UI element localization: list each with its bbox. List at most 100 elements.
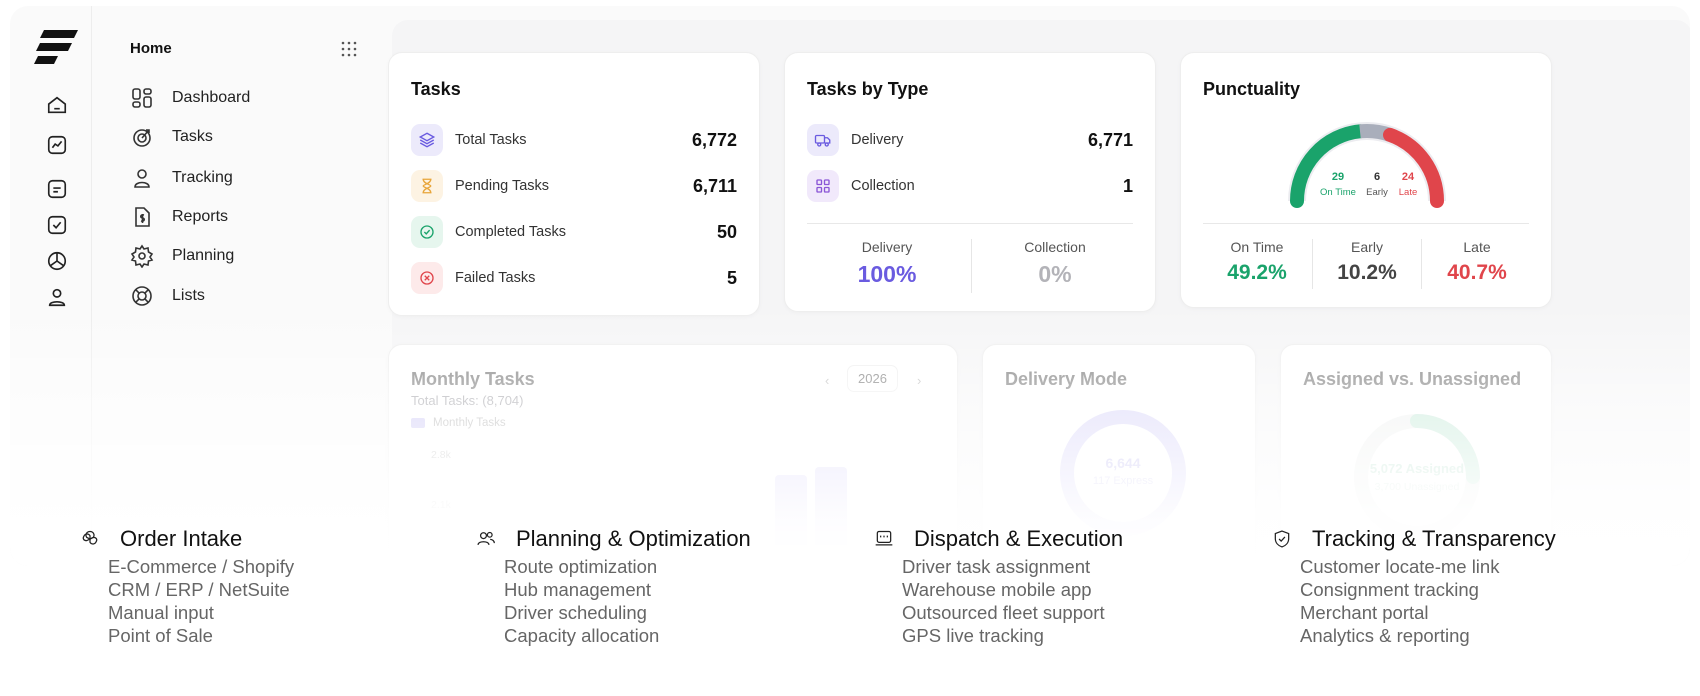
sidebar-item-label: Reports	[172, 208, 229, 225]
users-icon	[477, 531, 495, 546]
home-icon[interactable]	[46, 94, 68, 116]
row-label: Completed Tasks	[455, 224, 566, 240]
feature-order-intake: Order Intake E-Commerce / Shopify CRM / …	[80, 526, 460, 647]
stat-value: 10.2%	[1337, 261, 1397, 284]
dashboard-main: Tasks Total Tasks 6,772 Pending Tasks 6,…	[388, 20, 1690, 566]
dollar-doc-icon	[135, 207, 150, 227]
feature-item: E-Commerce / Shopify	[108, 556, 295, 577]
sidebar-item-label: Lists	[172, 287, 205, 304]
feature-item: Consignment tracking	[1300, 579, 1479, 600]
collection-row[interactable]: Collection 1	[807, 169, 1133, 203]
donut-center-value: 6,644	[1105, 455, 1141, 471]
sidebar-item-planning[interactable]: Planning	[130, 242, 360, 270]
feature-item: Driver scheduling	[504, 602, 647, 623]
gauge-on-time-label: On Time	[1320, 187, 1356, 198]
target-icon	[133, 129, 151, 147]
row-value: 5	[726, 267, 737, 288]
year-selector[interactable]: 2026	[847, 365, 898, 392]
gauge-early-count: 6	[1373, 171, 1381, 183]
row-label: Delivery	[851, 132, 904, 148]
feature-planning-optimization: Planning & Optimization Route optimizati…	[476, 526, 856, 647]
x-circle-icon	[411, 262, 443, 294]
next-year-button[interactable]: ›	[917, 373, 921, 388]
sidebar-item-tasks[interactable]: Tasks	[130, 123, 360, 151]
feature-item: Manual input	[108, 602, 214, 623]
feature-item: GPS live tracking	[902, 625, 1044, 646]
logo-icon	[34, 30, 78, 64]
feature-item: Hub management	[504, 579, 652, 600]
icon-rail	[10, 6, 92, 566]
checkbox-icon[interactable]	[46, 214, 68, 236]
feature-title: Planning & Optimization	[516, 526, 751, 551]
total-tasks-row[interactable]: Total Tasks 6,772	[411, 123, 737, 157]
apps-grid-icon[interactable]	[340, 40, 358, 58]
sidebar-item-reports[interactable]: Reports	[130, 203, 360, 231]
stat-value: 40.7%	[1447, 261, 1507, 284]
card-title: Assigned vs. Unassigned	[1303, 369, 1522, 389]
card-title: Delivery Mode	[1005, 369, 1128, 389]
completed-tasks-row[interactable]: Completed Tasks 50	[411, 215, 737, 249]
feature-dispatch-execution: Dispatch & Execution Driver task assignm…	[874, 526, 1254, 647]
stat-value: 100%	[857, 261, 917, 287]
prev-year-button[interactable]: ‹	[825, 373, 829, 388]
collection-stat: Collection 0%	[975, 239, 1135, 288]
legend-label: Monthly Tasks	[433, 417, 506, 429]
failed-tasks-row[interactable]: Failed Tasks 5	[411, 261, 737, 295]
row-value: 6,711	[692, 175, 737, 196]
stat-label: On Time	[1230, 239, 1284, 255]
feature-item: Merchant portal	[1300, 602, 1429, 623]
sidebar-item-dashboard[interactable]: Dashboard	[130, 84, 360, 112]
feature-tracking-transparency: Tracking & Transparency Customer locate-…	[1272, 526, 1652, 647]
y-tick: 2.8k	[431, 449, 451, 461]
feature-item: Analytics & reporting	[1300, 625, 1470, 646]
tasks-card: Tasks Total Tasks 6,772 Pending Tasks 6,…	[388, 52, 760, 316]
gauge-on-time-count: 29	[1331, 171, 1345, 183]
layers-icon	[411, 124, 443, 156]
user-icon[interactable]	[46, 286, 68, 308]
gauge-late-label: Late	[1398, 187, 1418, 198]
stat-label: Collection	[1024, 239, 1086, 255]
card-title: Tasks	[411, 79, 461, 99]
dashboard-icon	[132, 88, 152, 108]
shield-check-icon	[1274, 530, 1290, 548]
on-time-stat: On Time 49.2%	[1203, 239, 1311, 285]
feature-item: Driver task assignment	[902, 556, 1091, 577]
feature-title: Dispatch & Execution	[914, 526, 1124, 551]
sidebar-item-tracking[interactable]: Tracking	[130, 164, 360, 192]
divider	[807, 223, 1133, 224]
gauge-early-label: Early	[1366, 187, 1388, 198]
chart-legend: Monthly Tasks	[411, 417, 506, 429]
stat-label: Delivery	[861, 239, 913, 255]
y-tick: 2.1k	[431, 499, 451, 511]
delivery-stat: Delivery 100%	[807, 239, 967, 288]
tasks-by-type-card: Tasks by Type Delivery 6,771 Collection …	[784, 52, 1156, 312]
sidebar-item-label: Planning	[172, 247, 235, 264]
truck-icon	[807, 124, 839, 156]
donut-center-label: 3,700 Unassigned	[1374, 481, 1460, 493]
sidebar-item-lists[interactable]: Lists	[130, 282, 360, 310]
row-value: 6,771	[1087, 129, 1133, 150]
feature-item: Outsourced fleet support	[902, 602, 1105, 623]
pie-chart-icon[interactable]	[46, 250, 68, 272]
check-circle-icon	[411, 216, 443, 248]
gauge-late-count: 24	[1401, 171, 1415, 183]
donut-center-label: 117 Express	[1092, 475, 1154, 487]
sidebar-item-label: Dashboard	[172, 89, 251, 106]
pending-tasks-row[interactable]: Pending Tasks 6,711	[411, 169, 737, 203]
delivery-row[interactable]: Delivery 6,771	[807, 123, 1133, 157]
card-subtitle: Total Tasks: (8,704)	[411, 393, 524, 408]
row-label: Failed Tasks	[455, 270, 536, 286]
feature-item: Route optimization	[504, 556, 658, 577]
feature-item: CRM / ERP / NetSuite	[108, 579, 290, 600]
assigned-donut	[1354, 414, 1480, 540]
message-icon[interactable]	[46, 178, 68, 200]
feature-item: Customer locate-me link	[1300, 556, 1500, 577]
divider	[1421, 239, 1422, 289]
legend-swatch	[411, 418, 425, 428]
early-stat: Early 10.2%	[1313, 239, 1421, 285]
row-value: 1	[1122, 175, 1133, 196]
app-window: Home Dashboard Tasks Tracking Reports Pl…	[10, 6, 1690, 566]
feature-item: Warehouse mobile app	[902, 579, 1092, 600]
stat-label: Late	[1463, 239, 1491, 255]
chart-icon[interactable]	[46, 134, 68, 156]
